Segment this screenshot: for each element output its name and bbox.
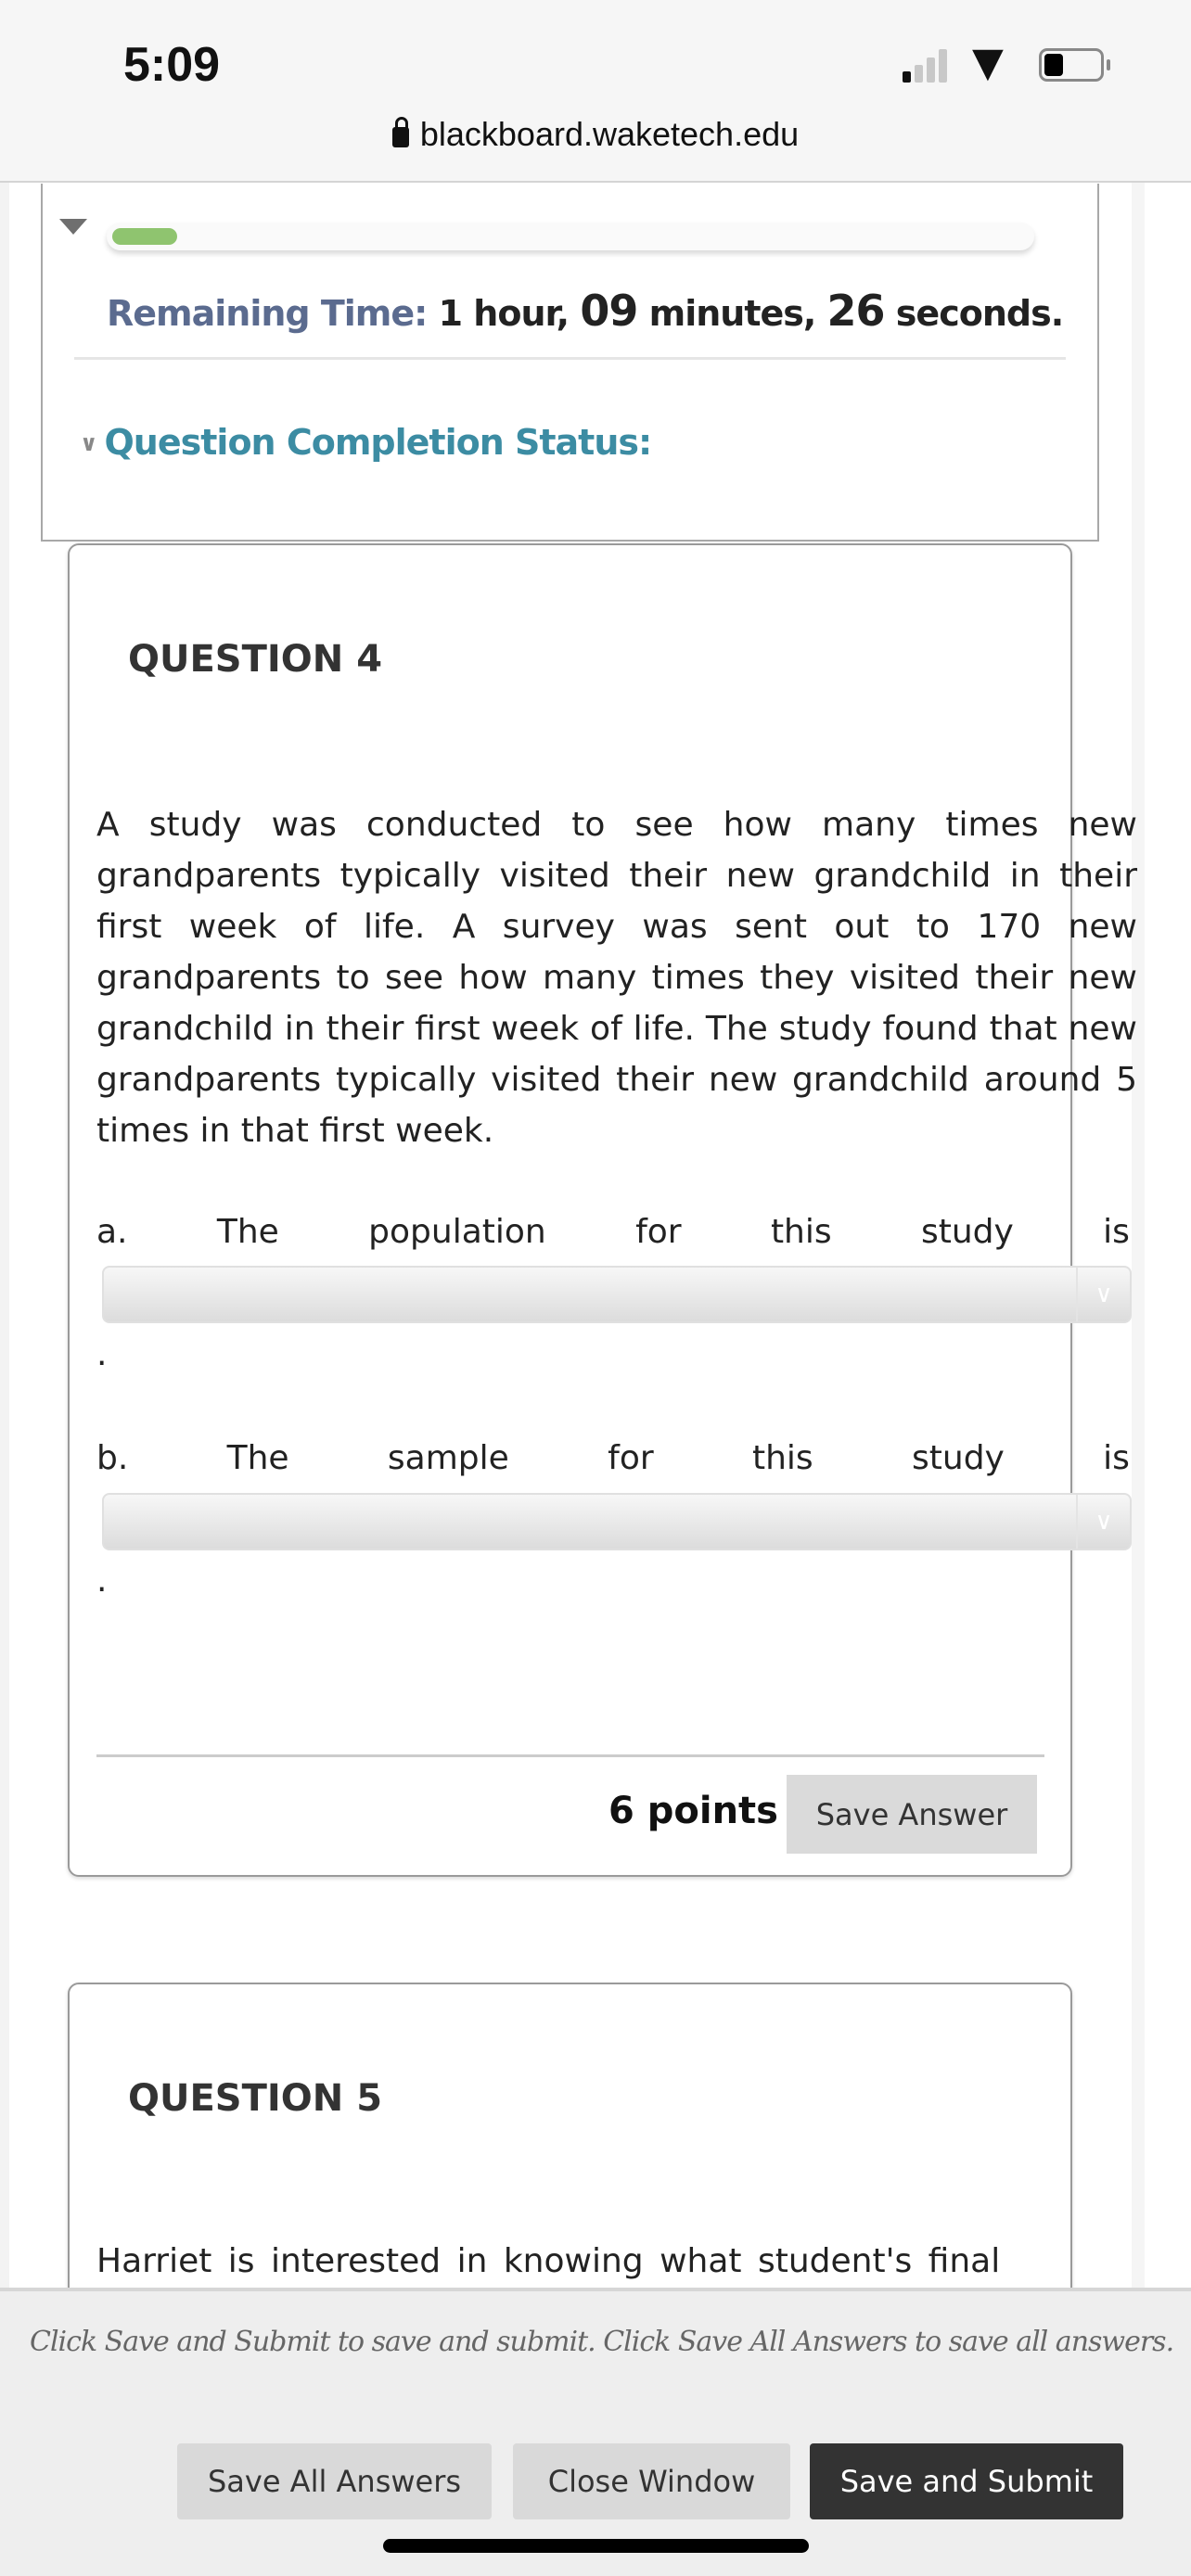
population-answer-select[interactable]: ∨: [102, 1266, 1132, 1323]
question-completion-status-toggle[interactable]: ∨ Question Completion Status:: [80, 422, 653, 463]
remaining-time-label: Remaining Time:: [107, 293, 428, 334]
time-progress-bar: [107, 223, 1034, 250]
home-indicator[interactable]: [383, 2539, 809, 2553]
question-5-text: Harriet is interested in knowing what st…: [96, 2242, 1001, 2280]
browser-header: 5:09 ▼ blackboard.waketech.edu: [0, 0, 1191, 183]
word: for: [608, 1439, 654, 1477]
save-all-answers-button[interactable]: Save All Answers: [177, 2443, 492, 2519]
minutes-value: 09: [580, 286, 638, 336]
part-b-prompt: b. The sample for this study is: [96, 1439, 1130, 1477]
question-4-card: [68, 543, 1072, 1877]
part-a-prompt: a. The population for this study is: [96, 1213, 1130, 1251]
save-and-submit-button[interactable]: Save and Submit: [810, 2443, 1123, 2519]
hours-value: 1: [438, 293, 463, 334]
collapse-triangle-icon[interactable]: [59, 219, 87, 235]
word: this: [751, 1439, 813, 1477]
seconds-unit: seconds.: [895, 293, 1064, 334]
battery-icon: [1039, 48, 1110, 82]
url-text: blackboard.waketech.edu: [419, 115, 800, 153]
seconds-value: 26: [826, 286, 886, 336]
period: .: [96, 1335, 108, 1373]
url-bar[interactable]: blackboard.waketech.edu: [0, 115, 1191, 154]
word: The: [226, 1439, 289, 1477]
word: a.: [96, 1213, 128, 1251]
word: population: [368, 1213, 546, 1251]
word: is: [1103, 1213, 1130, 1251]
word: The: [216, 1213, 279, 1251]
completion-status-label: Question Completion Status:: [104, 422, 653, 463]
lock-icon: [391, 117, 409, 147]
sample-answer-select[interactable]: ∨: [102, 1493, 1132, 1550]
right-gutter: [1132, 183, 1145, 2315]
wifi-icon: ▼: [972, 39, 1004, 86]
word: b.: [96, 1439, 129, 1477]
minutes-unit: minutes,: [648, 293, 817, 334]
divider: [74, 357, 1066, 360]
question-4-title: QUESTION 4: [128, 638, 383, 681]
word: is: [1103, 1439, 1130, 1477]
question-5-title: QUESTION 5: [128, 2077, 383, 2120]
chevron-down-icon: ∨: [1076, 1495, 1130, 1549]
close-window-button[interactable]: Close Window: [513, 2443, 790, 2519]
word: study: [920, 1213, 1014, 1251]
double-chevron-down-icon: ∨: [80, 430, 97, 456]
divider: [96, 1754, 1044, 1757]
word: sample: [387, 1439, 509, 1477]
chevron-down-icon: ∨: [1076, 1268, 1130, 1321]
hours-unit: hour,: [473, 293, 570, 334]
status-time: 5:09: [123, 38, 221, 92]
left-gutter: [0, 183, 9, 2315]
word: study: [912, 1439, 1005, 1477]
remaining-time: Remaining Time: 1 hour, 09 minutes, 26 s…: [107, 286, 1064, 336]
question-4-text: A study was conducted to see how many ti…: [96, 806, 1137, 1150]
signal-icon: [903, 49, 949, 83]
submit-hint: Click Save and Submit to save and submit…: [30, 2326, 1174, 2358]
progress-fill: [112, 228, 177, 245]
points-label: 6 points: [608, 1790, 778, 1832]
save-answer-button[interactable]: Save Answer: [787, 1775, 1037, 1854]
period: .: [96, 1562, 108, 1600]
word: this: [770, 1213, 832, 1251]
word: for: [635, 1213, 682, 1251]
